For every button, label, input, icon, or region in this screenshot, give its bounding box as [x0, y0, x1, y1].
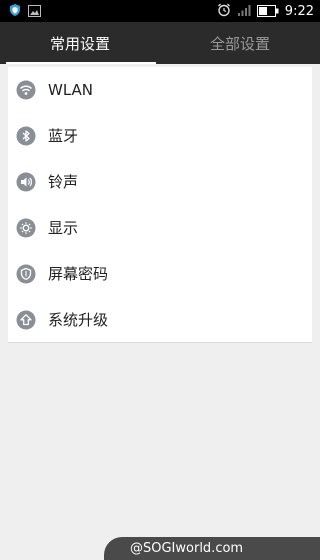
- settings-item-label: WLAN: [48, 81, 94, 99]
- speaker-icon: [16, 172, 36, 192]
- settings-item-label: 系统升级: [48, 311, 109, 329]
- settings-item-label: 显示: [48, 219, 79, 237]
- settings-item-label: 铃声: [48, 173, 79, 191]
- status-time: 9:22: [284, 3, 314, 19]
- upgrade-arrow-icon: [16, 310, 36, 330]
- status-left: [8, 3, 41, 19]
- settings-item-screen-password[interactable]: 屏幕密码: [8, 251, 312, 297]
- battery-icon: [256, 2, 279, 21]
- settings-item-system-upgrade[interactable]: 系统升级: [8, 297, 312, 343]
- settings-item-bluetooth[interactable]: 蓝牙: [8, 113, 312, 159]
- shield-icon: [16, 264, 36, 284]
- watermark: @SOGIworld.com: [104, 537, 320, 560]
- settings-item-ringtone[interactable]: 铃声: [8, 159, 312, 205]
- settings-item-label: 屏幕密码: [48, 265, 109, 283]
- settings-screen: 9:22 常用设置 全部设置 WLAN 蓝牙 铃声 显示 屏幕密码 系统升级 @…: [0, 0, 320, 560]
- settings-item-wlan[interactable]: WLAN: [8, 67, 312, 113]
- signal-strength-icon: [237, 2, 251, 21]
- brightness-icon: [16, 218, 36, 238]
- settings-list: WLAN 蓝牙 铃声 显示 屏幕密码 系统升级: [8, 67, 312, 343]
- alarm-clock-icon: [217, 2, 231, 21]
- tab-bar: 常用设置 全部设置: [0, 22, 320, 64]
- tab-all-settings[interactable]: 全部设置: [160, 22, 320, 64]
- settings-item-label: 蓝牙: [48, 127, 79, 145]
- wifi-icon: [16, 80, 36, 100]
- shield-notification-icon: [8, 2, 22, 21]
- tab-common-settings[interactable]: 常用设置: [0, 22, 160, 64]
- image-notification-icon: [28, 2, 41, 21]
- status-right: 9:22: [217, 2, 314, 20]
- status-bar: 9:22: [0, 0, 320, 22]
- bluetooth-icon: [16, 126, 36, 146]
- active-tab-indicator: [6, 62, 156, 64]
- settings-item-display[interactable]: 显示: [8, 205, 312, 251]
